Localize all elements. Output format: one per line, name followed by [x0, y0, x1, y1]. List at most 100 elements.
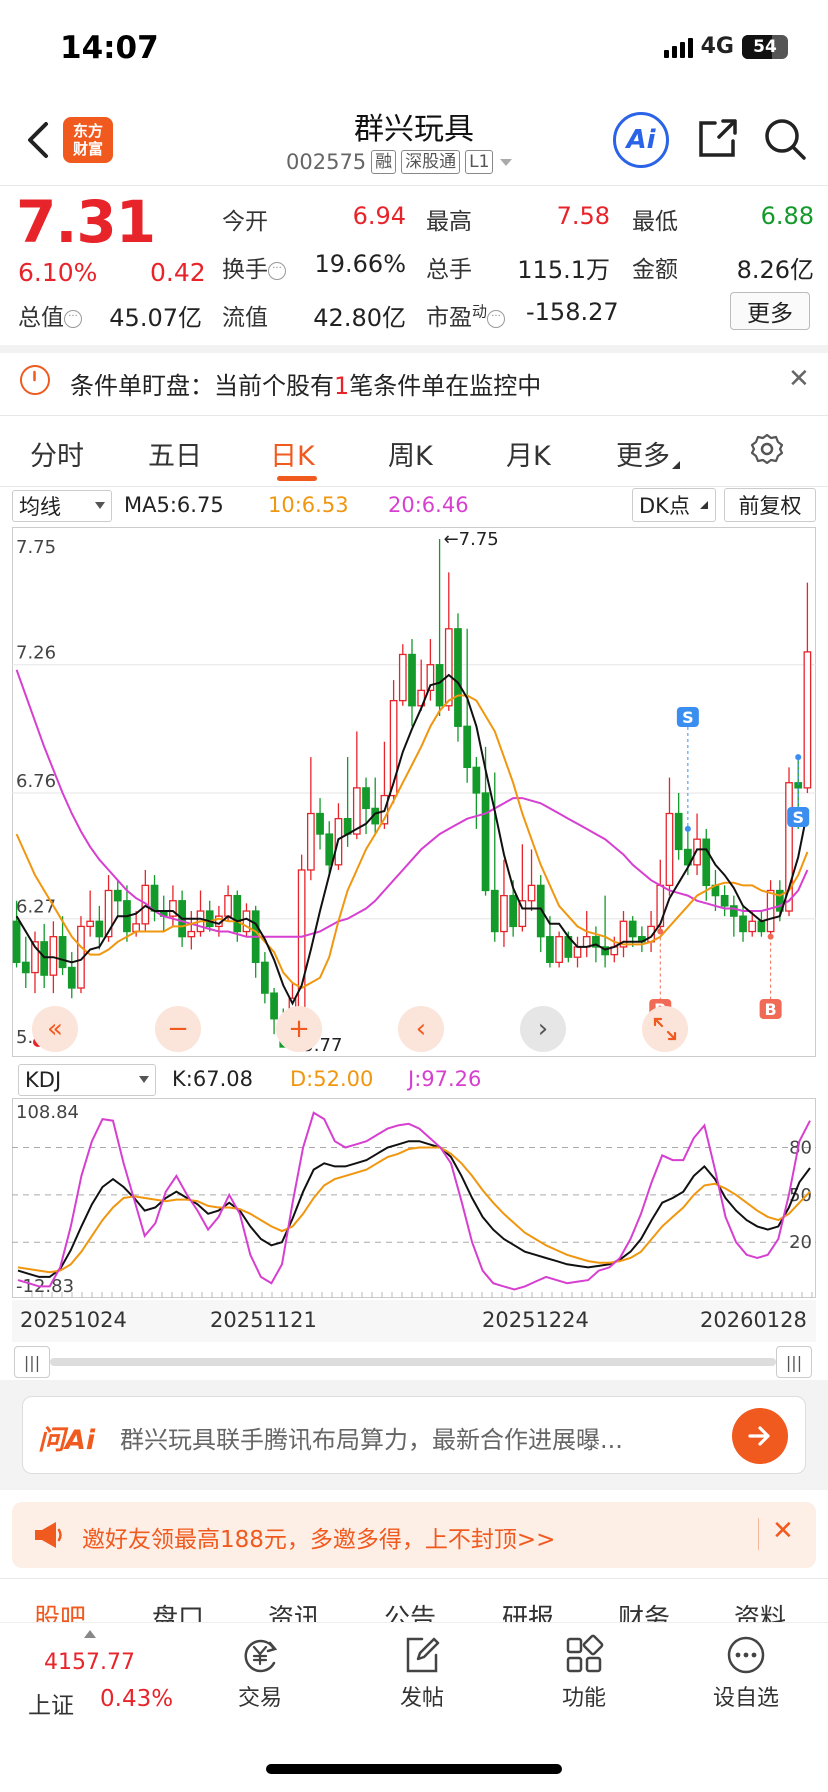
caret-down-icon	[139, 1076, 149, 1083]
candle-body	[803, 651, 812, 789]
high-value: 7.58	[556, 202, 610, 230]
candle-body	[58, 936, 67, 969]
range-handle-left[interactable]: |||	[14, 1346, 50, 1378]
y-tick-label: 6.76	[16, 771, 56, 792]
info-dots-icon: ···	[487, 310, 506, 328]
caret-down-icon	[95, 502, 105, 509]
stock-code-row[interactable]: 002575 融 深股通 L1	[286, 150, 514, 174]
candle-body	[150, 884, 159, 912]
tab-minute[interactable]: 分时	[30, 434, 84, 473]
nav-label: 设自选	[712, 1686, 779, 1711]
info-dots-icon: ···	[268, 262, 286, 280]
ma-selector[interactable]: 均线	[12, 490, 112, 522]
close-icon[interactable]: ✕	[788, 364, 810, 394]
date-label: 20251121	[210, 1308, 317, 1332]
candle-body	[113, 889, 122, 902]
k-value: K:67.08	[172, 1067, 253, 1091]
tab-5day[interactable]: 五日	[148, 434, 202, 473]
range-handle-right[interactable]: |||	[776, 1346, 812, 1378]
arrow-right-icon	[748, 1426, 770, 1446]
ask-ai-logo: 问Ai	[38, 1425, 96, 1456]
candle-body	[224, 894, 232, 917]
turnover-label[interactable]: 换手 ···	[222, 250, 286, 284]
rewind-button[interactable]: «	[32, 1006, 78, 1052]
ask-ai-text[interactable]: 群兴玩具联手腾讯布局算力，最新合作进展曝...	[120, 1420, 623, 1455]
share-button[interactable]	[695, 115, 741, 161]
ask-ai-go-button[interactable]	[732, 1408, 788, 1464]
corner-caret-icon	[672, 461, 680, 469]
more-quote-button[interactable]: 更多	[730, 292, 810, 330]
nav-trade[interactable]: 交易	[200, 1630, 320, 1712]
search-button[interactable]	[762, 116, 808, 162]
volume-label: 总手	[426, 257, 472, 283]
condition-text: 条件单盯盘：当前个股有1笔条件单在监控中	[70, 372, 542, 400]
nav-post[interactable]: 发帖	[362, 1630, 482, 1712]
next-button[interactable]: ›	[520, 1006, 566, 1052]
y-tick-label: 7.75	[16, 537, 56, 558]
candlestick-chart[interactable]: 7.757.266.766.275.77←7.75←5.77SSBB	[12, 527, 816, 1057]
candle-body	[454, 628, 462, 727]
index-value[interactable]: 4157.77	[44, 1650, 135, 1675]
candle-body	[546, 936, 554, 963]
zoom-in-button[interactable]: +	[276, 1006, 322, 1052]
low-label: 最低	[632, 209, 678, 235]
gear-icon	[750, 433, 784, 465]
candle-body	[739, 915, 747, 933]
status-indicators: 4G 54	[663, 34, 788, 59]
nav-label: 功能	[561, 1686, 606, 1711]
dk-points-button[interactable]: DK点	[632, 488, 716, 522]
date-label: 20260128	[700, 1308, 807, 1332]
caret-down-icon	[500, 159, 513, 166]
battery-icon: 54	[742, 34, 788, 59]
sell-signal-label: S	[682, 708, 694, 727]
candle-body	[463, 725, 472, 768]
range-scrollbar[interactable]	[50, 1358, 776, 1366]
index-name[interactable]: 上证	[28, 1686, 74, 1720]
zoom-out-button[interactable]: −	[155, 1006, 201, 1052]
float-cap-value: 42.80亿	[313, 304, 406, 332]
pe-label[interactable]: 市盈动 ···	[426, 298, 506, 332]
index-percent[interactable]: 0.43%	[100, 1686, 173, 1712]
close-icon[interactable]: ✕	[772, 1516, 794, 1546]
tab-more[interactable]: 更多	[616, 434, 682, 473]
nav-add-watchlist[interactable]: 设自选	[686, 1630, 806, 1712]
candle-body	[12, 920, 21, 963]
kdj-chart[interactable]: 108.84805020-12.83	[12, 1098, 816, 1298]
more-dots-icon	[727, 1636, 765, 1674]
candle-body	[435, 664, 444, 707]
divider	[0, 415, 828, 416]
candle-body	[316, 812, 324, 835]
tab-weekly-k[interactable]: 周K	[388, 434, 433, 473]
nav-label: 交易	[237, 1686, 282, 1711]
date-label: 20251224	[482, 1308, 589, 1332]
nav-functions[interactable]: 功能	[524, 1630, 644, 1712]
candle-body	[527, 884, 536, 902]
candle-body	[766, 889, 775, 933]
ma20-value: 20:6.46	[388, 493, 469, 517]
signal-dot	[684, 825, 691, 832]
kdj-selector[interactable]: KDJ	[18, 1064, 156, 1096]
candle-body	[325, 833, 334, 866]
candle-body	[132, 923, 141, 933]
candle-body	[665, 812, 674, 887]
fullscreen-button[interactable]	[642, 1006, 688, 1052]
candle-body	[306, 812, 315, 871]
candle-body	[187, 930, 196, 938]
candle-body	[472, 766, 481, 794]
search-icon	[765, 119, 806, 160]
market-cap-label[interactable]: 总值 ···	[18, 298, 82, 332]
tag-level: L1	[465, 150, 494, 174]
ai-button[interactable]: Ai	[613, 112, 669, 168]
home-indicator	[266, 1764, 562, 1774]
adjust-button[interactable]: 前复权	[724, 488, 816, 522]
signal-dot	[657, 928, 664, 935]
tag-margin: 融	[371, 150, 397, 174]
candle-body	[444, 628, 453, 707]
invite-text: 邀好友领最高188元，多邀多得，上不封顶>>	[82, 1527, 556, 1553]
settings-button[interactable]	[750, 432, 784, 470]
tab-daily-k[interactable]: 日K	[270, 434, 315, 473]
prev-button[interactable]: ‹	[398, 1006, 444, 1052]
tab-monthly-k[interactable]: 月K	[506, 434, 551, 473]
amount-value: 8.26亿	[736, 256, 814, 284]
edit-icon	[406, 1637, 440, 1673]
